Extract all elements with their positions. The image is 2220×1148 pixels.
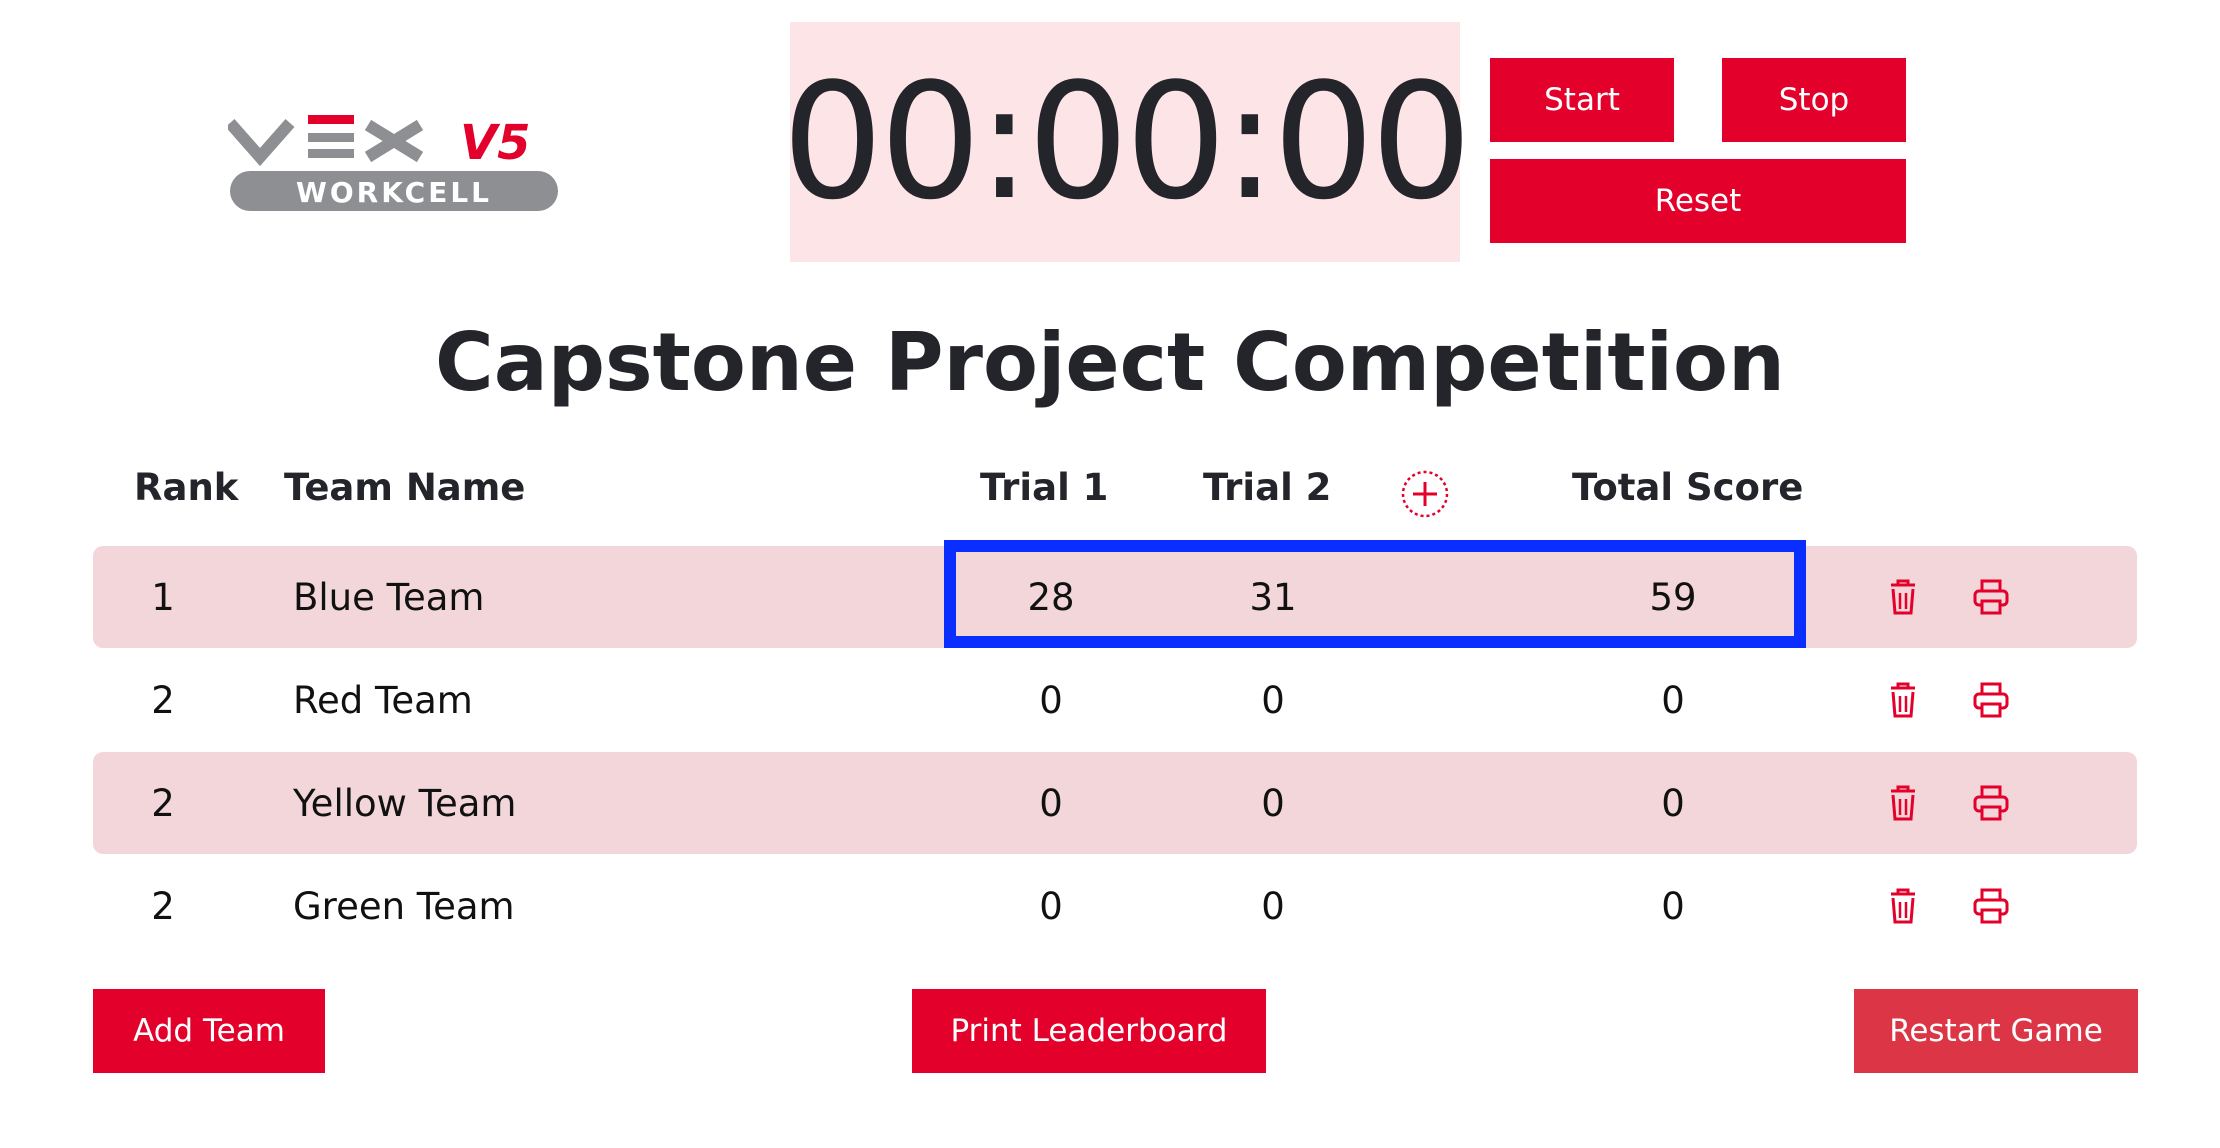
row-trial-1[interactable]: 0 bbox=[1001, 855, 1101, 957]
reset-button[interactable]: Reset bbox=[1490, 159, 1906, 243]
table-row: 2 Red Team 0 0 0 bbox=[93, 649, 2137, 751]
row-rank: 2 bbox=[151, 678, 175, 722]
print-leaderboard-button[interactable]: Print Leaderboard bbox=[912, 989, 1266, 1073]
restart-game-button[interactable]: Restart Game bbox=[1854, 989, 2138, 1073]
header-trial-2: Trial 2 bbox=[1203, 466, 1332, 509]
timer-display: 00:00:00 bbox=[782, 22, 1472, 262]
row-total-score: 0 bbox=[1661, 781, 1685, 825]
row-total-score: 59 bbox=[1649, 575, 1697, 619]
row-total-score: 0 bbox=[1661, 884, 1685, 928]
start-button[interactable]: Start bbox=[1490, 58, 1674, 142]
row-team-name[interactable]: Yellow Team bbox=[293, 752, 516, 854]
row-trial-1[interactable]: 0 bbox=[1001, 649, 1101, 751]
printer-icon[interactable] bbox=[1971, 680, 2011, 720]
row-team-name[interactable]: Red Team bbox=[293, 649, 473, 751]
header-team-name: Team Name bbox=[284, 466, 526, 509]
add-team-button[interactable]: Add Team bbox=[93, 989, 325, 1073]
table-row: 1 Blue Team 28 31 59 bbox=[93, 546, 2137, 648]
row-trial-2[interactable]: 0 bbox=[1223, 752, 1323, 854]
header-rank: Rank bbox=[134, 466, 239, 509]
row-trial-2[interactable]: 31 bbox=[1223, 546, 1323, 648]
table-row: 2 Yellow Team 0 0 0 bbox=[93, 752, 2137, 854]
header-trial-1: Trial 1 bbox=[980, 466, 1109, 509]
trash-icon[interactable] bbox=[1883, 680, 1923, 720]
trash-icon[interactable] bbox=[1883, 886, 1923, 926]
trash-icon[interactable] bbox=[1883, 577, 1923, 617]
printer-icon[interactable] bbox=[1971, 783, 2011, 823]
row-team-name[interactable]: Green Team bbox=[293, 855, 515, 957]
row-trial-1[interactable]: 28 bbox=[1001, 546, 1101, 648]
logo-model: V5 bbox=[460, 115, 531, 171]
row-total-score: 0 bbox=[1661, 678, 1685, 722]
table-row: 2 Green Team 0 0 0 bbox=[93, 855, 2137, 957]
header-total-score: Total Score bbox=[1572, 466, 1804, 509]
timer-value: 00:00:00 bbox=[781, 48, 1473, 235]
logo-sub: WORKCELL bbox=[296, 176, 492, 209]
row-rank: 2 bbox=[151, 884, 175, 928]
printer-icon[interactable] bbox=[1971, 886, 2011, 926]
row-team-name[interactable]: Blue Team bbox=[293, 546, 484, 648]
row-rank: 2 bbox=[151, 781, 175, 825]
row-rank: 1 bbox=[151, 575, 175, 619]
row-trial-2[interactable]: 0 bbox=[1223, 855, 1323, 957]
row-trial-1[interactable]: 0 bbox=[1001, 752, 1101, 854]
printer-icon[interactable] bbox=[1971, 577, 2011, 617]
page-title: Capstone Project Competition bbox=[435, 316, 1785, 409]
stop-button[interactable]: Stop bbox=[1722, 58, 1906, 142]
vex-v5-workcell-logo: V5 WORKCELL bbox=[228, 113, 560, 213]
add-trial-icon[interactable] bbox=[1400, 469, 1450, 519]
row-trial-2[interactable]: 0 bbox=[1223, 649, 1323, 751]
trash-icon[interactable] bbox=[1883, 783, 1923, 823]
